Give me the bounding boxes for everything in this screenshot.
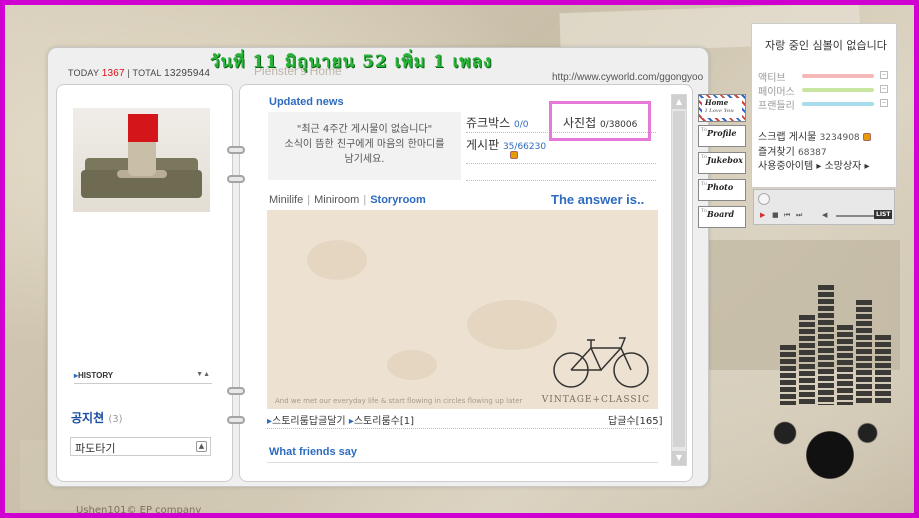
history-toggle[interactable]: ▸HISTORY ▼▲ xyxy=(74,371,212,384)
favorites-stat[interactable]: 즐겨찾기 68387 xyxy=(758,143,827,158)
family-active-label: 액티브 xyxy=(758,73,786,84)
history-arrows-icon[interactable]: ▼▲ xyxy=(196,371,210,378)
headline: วันที่ 11 มิถุนายน 52 เพิ่ม 1 เพลง xyxy=(210,52,493,72)
reply-count: 답글수[165] xyxy=(608,416,663,427)
binder-ring xyxy=(227,146,245,154)
binder-ring xyxy=(227,175,245,183)
family-active-expand-icon[interactable]: − xyxy=(880,71,888,79)
tab-photo[interactable]: To Photo xyxy=(698,179,746,201)
prev-icon[interactable]: ⏮ xyxy=(784,211,790,220)
notice-title[interactable]: 공지쳔 (3) xyxy=(71,409,122,426)
family-friendly-label: 프랜들리 xyxy=(758,101,795,112)
storyroom-title: The answer is.. xyxy=(551,192,645,207)
item-links[interactable]: 사용중아이템 ▸ 소망상자 ▸ xyxy=(758,157,870,172)
tab-home[interactable]: Home I Love You xyxy=(698,94,746,122)
storyroom-links: ▸스토리룸답글달기 ▸스토리룸수[1] xyxy=(267,416,415,427)
photo-highlight-box xyxy=(549,101,651,141)
new-badge-icon xyxy=(510,151,518,159)
volume-slider[interactable] xyxy=(836,215,876,217)
family-famous-label: 페이머스 xyxy=(758,87,795,98)
volume-icon[interactable]: ◀ xyxy=(822,211,827,219)
today-count: 1367 xyxy=(101,68,125,79)
friends-say-title: What friends say xyxy=(269,446,358,458)
footer: Ushen101© EP company xyxy=(76,505,202,516)
updated-news-box: "최근 4주간 게시물이 없습니다" 소식이 뜸한 친구에게 마음의 한마디를 … xyxy=(268,112,461,180)
menu-board[interactable]: 게시판 35/66230 xyxy=(466,136,546,153)
scroll-up-icon[interactable]: ▲ xyxy=(672,95,686,109)
storyroom-image: And we met our everyday life & start flo… xyxy=(267,210,658,409)
cd-icon xyxy=(758,193,770,205)
tab-minilife[interactable]: Minilife xyxy=(269,194,303,206)
symbol-widget-title: 자랑 중인 심볼이 없습니다 xyxy=(765,39,887,52)
binder-ring xyxy=(227,387,245,395)
tab-storyroom[interactable]: Storyroom xyxy=(370,194,426,206)
room-tabs: Minilife | Miniroom | Storyroom xyxy=(269,194,426,206)
storyroom-reply-link[interactable]: 스토리룸답글달기 xyxy=(272,416,346,427)
pado-select[interactable]: 파도타기 ▲ xyxy=(70,437,211,456)
scrap-stat[interactable]: 스크랩 게시물 3234908 xyxy=(758,128,871,143)
profile-photo xyxy=(73,108,210,212)
play-icon[interactable]: ▶ xyxy=(760,211,765,219)
tab-jukebox[interactable]: To Jukebox xyxy=(698,152,746,174)
family-famous-bar xyxy=(802,88,874,92)
tab-miniroom[interactable]: Miniroom xyxy=(314,194,359,206)
family-famous-expand-icon[interactable]: − xyxy=(880,85,888,93)
scroll-down-icon[interactable]: ▼ xyxy=(672,451,686,465)
updated-news-title: Updated news xyxy=(269,96,344,108)
playlist-button[interactable]: LIST xyxy=(874,210,893,219)
music-player: ▶ ■ ⏮ ⏭ ◀ LIST xyxy=(753,189,895,225)
visitor-counter: TODAY 1367 | TOTAL 13295944 xyxy=(68,68,211,79)
home-url[interactable]: http://www.cyworld.com/ggongyoo xyxy=(552,72,703,83)
new-badge-icon xyxy=(862,133,871,141)
next-icon[interactable]: ⏭ xyxy=(796,211,802,220)
scroll-thumb[interactable] xyxy=(673,111,685,447)
stop-icon[interactable]: ■ xyxy=(772,211,779,219)
total-count: 13295944 xyxy=(164,68,211,79)
tab-profile[interactable]: To Profile xyxy=(698,125,746,147)
binder-ring xyxy=(227,416,245,424)
chevron-up-icon[interactable]: ▲ xyxy=(196,441,207,452)
storyroom-count-link[interactable]: 스토리룸수 xyxy=(354,416,400,427)
scrollbar[interactable]: ▲ ▼ xyxy=(671,94,687,466)
tab-board[interactable]: To Board xyxy=(698,206,746,228)
equalizer-graphic xyxy=(780,285,891,405)
menu-jukebox[interactable]: 쥬크박스 0/0 xyxy=(466,114,528,131)
ink-splat-graphic xyxy=(740,400,890,510)
family-friendly-bar xyxy=(802,102,874,106)
bicycle-icon xyxy=(553,337,649,388)
family-friendly-expand-icon[interactable]: − xyxy=(880,99,888,107)
family-active-bar xyxy=(802,74,874,78)
